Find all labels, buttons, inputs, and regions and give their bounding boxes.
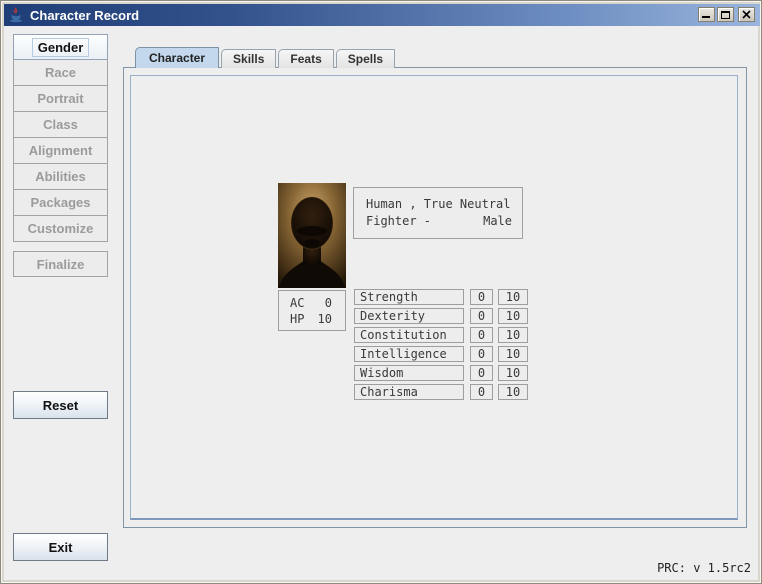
table-row: Dexterity 0 10 bbox=[354, 308, 528, 324]
close-icon bbox=[742, 7, 751, 22]
sidebar-button-gender[interactable]: Gender bbox=[13, 34, 108, 60]
ability-score: 10 bbox=[498, 384, 528, 400]
tab-skills[interactable]: Skills bbox=[221, 49, 276, 68]
table-row: Intelligence 0 10 bbox=[354, 346, 528, 362]
sidebar-button-customize: Customize bbox=[13, 216, 108, 242]
maximize-icon bbox=[721, 7, 730, 22]
sidebar-button-gender-label: Gender bbox=[32, 38, 90, 57]
ability-score: 10 bbox=[498, 365, 528, 381]
tab-bar: Character Skills Feats Spells bbox=[135, 47, 397, 68]
ability-name: Charisma bbox=[354, 384, 464, 400]
tab-character[interactable]: Character bbox=[135, 47, 219, 68]
reset-button[interactable]: Reset bbox=[13, 391, 108, 419]
character-portrait bbox=[278, 183, 346, 288]
app-window: Character Record Gender Race Portrait Cl… bbox=[0, 0, 762, 584]
exit-button[interactable]: Exit bbox=[13, 533, 108, 561]
minimize-icon bbox=[702, 7, 711, 22]
table-row: Constitution 0 10 bbox=[354, 327, 528, 343]
ability-score: 10 bbox=[498, 327, 528, 343]
java-cup-icon bbox=[8, 7, 24, 23]
sidebar: Gender Race Portrait Class Alignment Abi… bbox=[13, 34, 108, 242]
ability-name: Intelligence bbox=[354, 346, 464, 362]
table-row: Charisma 0 10 bbox=[354, 384, 528, 400]
sidebar-button-alignment: Alignment bbox=[13, 138, 108, 164]
ability-mod: 0 bbox=[470, 327, 493, 343]
summary-class: Fighter - bbox=[366, 214, 431, 228]
titlebar: Character Record bbox=[4, 4, 760, 26]
ability-mod: 0 bbox=[470, 308, 493, 324]
version-label: PRC: v 1.5rc2 bbox=[657, 561, 751, 575]
ability-name: Dexterity bbox=[354, 308, 464, 324]
window-controls bbox=[698, 7, 755, 22]
ability-score: 10 bbox=[498, 308, 528, 324]
summary-gender: Male bbox=[483, 214, 512, 228]
ac-value: 0 bbox=[325, 295, 332, 311]
sidebar-button-abilities: Abilities bbox=[13, 164, 108, 190]
hp-label: HP bbox=[290, 311, 304, 327]
maximize-button[interactable] bbox=[717, 7, 734, 22]
ability-score: 10 bbox=[498, 346, 528, 362]
table-row: Strength 0 10 bbox=[354, 289, 528, 305]
ac-hp-box: AC 0 HP 10 bbox=[278, 290, 346, 331]
ability-mod: 0 bbox=[470, 289, 493, 305]
ability-score: 10 bbox=[498, 289, 528, 305]
close-button[interactable] bbox=[738, 7, 755, 22]
tab-spells[interactable]: Spells bbox=[336, 49, 395, 68]
ability-mod: 0 bbox=[470, 384, 493, 400]
ability-name: Strength bbox=[354, 289, 464, 305]
sidebar-button-portrait: Portrait bbox=[13, 86, 108, 112]
ac-label: AC bbox=[290, 295, 304, 311]
summary-race-alignment: Human , True Neutral bbox=[366, 197, 512, 211]
table-row: Wisdom 0 10 bbox=[354, 365, 528, 381]
tab-feats[interactable]: Feats bbox=[278, 49, 333, 68]
ability-mod: 0 bbox=[470, 346, 493, 362]
minimize-button[interactable] bbox=[698, 7, 715, 22]
sidebar-button-class: Class bbox=[13, 112, 108, 138]
character-summary-box: Human , True Neutral Fighter - Male bbox=[353, 187, 523, 239]
finalize-button: Finalize bbox=[13, 251, 108, 277]
ability-table: Strength 0 10 Dexterity 0 10 Constitutio… bbox=[354, 289, 528, 403]
ability-mod: 0 bbox=[470, 365, 493, 381]
sidebar-button-packages: Packages bbox=[13, 190, 108, 216]
ability-name: Wisdom bbox=[354, 365, 464, 381]
ability-name: Constitution bbox=[354, 327, 464, 343]
hp-value: 10 bbox=[318, 311, 332, 327]
sidebar-button-race: Race bbox=[13, 60, 108, 86]
window-title: Character Record bbox=[30, 8, 139, 23]
